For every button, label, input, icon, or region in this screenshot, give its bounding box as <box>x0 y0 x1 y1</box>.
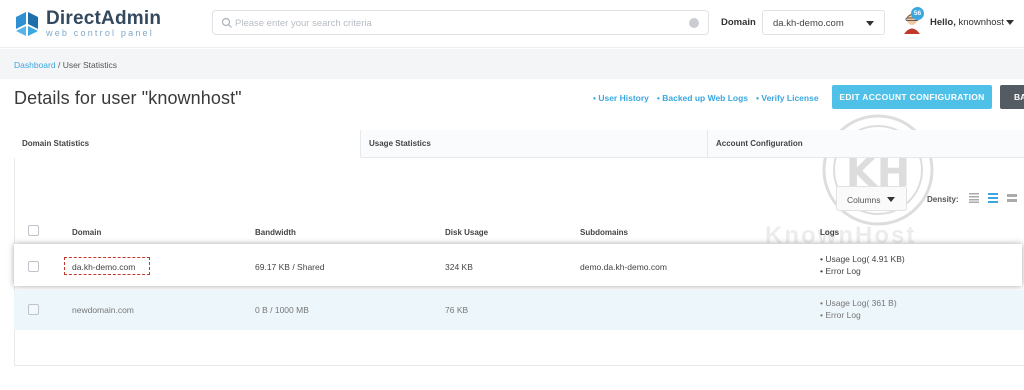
knownhost-watermark-icon: KH <box>822 114 934 226</box>
density-comfortable-icon[interactable] <box>1007 193 1017 203</box>
tab-usage-statistics[interactable]: Usage Statistics <box>361 130 708 158</box>
directadmin-logo[interactable]: DirectAdmin web control panel <box>14 9 161 38</box>
search-box <box>212 10 709 35</box>
breadcrumb-dashboard-link[interactable]: Dashboard <box>14 60 56 70</box>
bandwidth-value: 69.17 KB / Shared <box>255 262 325 272</box>
top-header: DirectAdmin web control panel Domain da.… <box>0 0 1024 48</box>
verify-license-link[interactable]: • Verify License <box>756 93 819 103</box>
domain-select[interactable]: da.kh-demo.com <box>762 10 885 35</box>
quick-links: • User History • Backed up Web Logs • Ve… <box>593 93 819 103</box>
select-all-checkbox[interactable] <box>28 225 39 236</box>
disk-usage-value: 324 KB <box>445 262 473 272</box>
logo-subtitle: web control panel <box>46 28 154 38</box>
usage-log-link[interactable]: • Usage Log( 361 B) <box>820 297 897 309</box>
page-title: Details for user "knownhost" <box>14 88 242 108</box>
row-checkbox[interactable] <box>28 261 39 272</box>
disk-usage-value: 76 KB <box>445 305 469 315</box>
table-row[interactable]: da.kh-demo.com 69.17 KB / Shared 324 KB … <box>14 244 1022 286</box>
density-label: Density: <box>927 195 959 204</box>
domain-link[interactable]: newdomain.com <box>72 305 134 315</box>
hello-prefix: Hello, <box>930 17 956 28</box>
back-button[interactable]: BA <box>1000 85 1024 109</box>
tab-domain-statistics[interactable]: Domain Statistics <box>14 130 361 158</box>
breadcrumb: Dashboard / User Statistics <box>14 60 117 70</box>
column-header-subdomains[interactable]: Subdomains <box>580 228 628 237</box>
density-standard-icon[interactable] <box>988 193 998 203</box>
user-history-link[interactable]: • User History <box>593 93 649 103</box>
stats-tabs: Domain Statistics Usage Statistics Accou… <box>14 130 1024 158</box>
notification-badge[interactable]: 56 <box>911 7 924 20</box>
column-header-domain[interactable]: Domain <box>72 228 101 237</box>
subdomain-link[interactable]: demo.da.kh-demo.com <box>580 262 667 272</box>
user-greeting[interactable]: Hello, knownhost <box>930 17 1004 28</box>
column-header-bandwidth[interactable]: Bandwidth <box>255 228 296 237</box>
chevron-down-icon <box>887 197 895 202</box>
breadcrumb-current: User Statistics <box>62 60 118 70</box>
search-icon <box>221 17 232 28</box>
directadmin-logo-icon <box>14 11 40 37</box>
logs-cell: • Usage Log( 361 B) • Error Log <box>820 297 897 321</box>
error-log-link[interactable]: • Error Log <box>820 265 905 277</box>
table-header: Domain Bandwidth Disk Usage Subdomains L… <box>14 222 1024 242</box>
logo-title: DirectAdmin <box>46 8 162 29</box>
columns-button[interactable]: Columns <box>836 186 907 211</box>
edit-account-configuration-button[interactable]: EDIT ACCOUNT CONFIGURATION <box>832 85 992 109</box>
row-checkbox[interactable] <box>28 304 39 315</box>
domain-link[interactable]: da.kh-demo.com <box>72 262 135 272</box>
usage-log-link[interactable]: • Usage Log( 4.91 KB) <box>820 253 905 265</box>
columns-label: Columns <box>847 195 881 205</box>
domain-label: Domain <box>721 17 756 28</box>
chevron-down-icon <box>866 21 874 26</box>
logs-cell: • Usage Log( 4.91 KB) • Error Log <box>820 253 905 277</box>
search-input[interactable] <box>235 14 675 32</box>
domain-select-value: da.kh-demo.com <box>773 18 844 29</box>
bandwidth-value: 0 B / 1000 MB <box>255 305 309 315</box>
clear-search-icon[interactable] <box>689 18 699 28</box>
density-compact-icon[interactable] <box>969 193 979 203</box>
table-row[interactable]: newdomain.com 0 B / 1000 MB 76 KB • Usag… <box>14 290 1024 330</box>
tab-account-configuration[interactable]: Account Configuration <box>708 130 1024 158</box>
user-menu-chevron-icon[interactable] <box>1006 20 1014 25</box>
error-log-link[interactable]: • Error Log <box>820 309 897 321</box>
breadcrumb-separator: / <box>55 60 63 70</box>
breadcrumb-bar <box>0 49 1024 79</box>
backed-up-web-logs-link[interactable]: • Backed up Web Logs <box>657 93 748 103</box>
username: knownhost <box>958 17 1004 28</box>
column-header-logs[interactable]: Logs <box>820 228 839 237</box>
column-header-disk-usage[interactable]: Disk Usage <box>445 228 488 237</box>
